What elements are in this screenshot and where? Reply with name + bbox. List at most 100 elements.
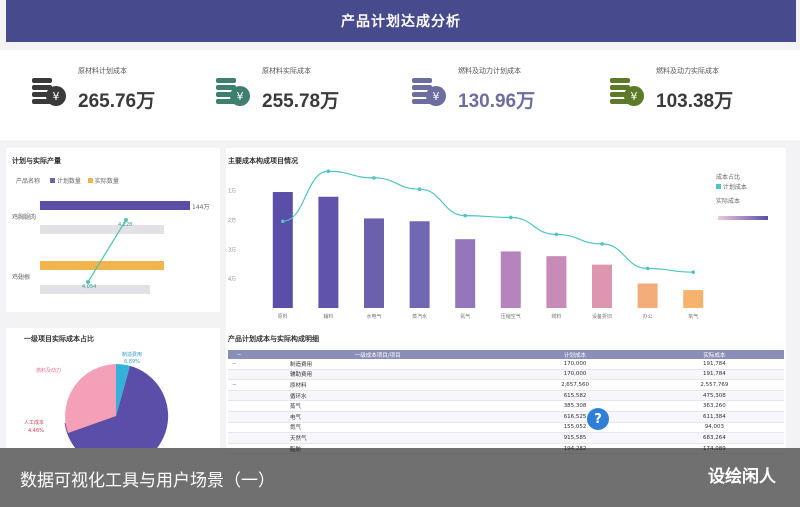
bar-3 xyxy=(409,221,430,308)
x-tick-label: 燃料 xyxy=(551,313,561,320)
cell-plan: 170,000 xyxy=(505,369,645,381)
table-row[interactable]: 蒸气 385,308 363,260 xyxy=(228,400,784,412)
cell-item: 电气 xyxy=(250,411,506,423)
svg-text:¥: ¥ xyxy=(237,90,244,103)
cost-bar-chart: 4万 3万 2万 1万原料 辅料 水电气 蒸汽水 氮气 压缩空气 燃料 设备折旧 办公 氧气 xyxy=(228,169,704,320)
cell-item: 氮气 xyxy=(250,422,506,434)
row-expand-toggle[interactable] xyxy=(228,390,250,402)
cell-plan: 615,582 xyxy=(505,390,645,402)
caption-overlay: 数据可视化工具与用户场景（一） 设绘闲人 xyxy=(0,448,800,507)
row-expand-toggle[interactable]: − xyxy=(228,359,250,370)
kpi-card-fuel-plan: ¥ 燃料及动力计划成本 130.96万 xyxy=(410,66,600,130)
x-tick-label: 蒸汽水 xyxy=(412,313,427,320)
row-expand-toggle[interactable] xyxy=(228,422,250,434)
table-row[interactable]: − 原材料 2,657,560 2,557,769 xyxy=(228,379,784,391)
table-row[interactable]: 循环水 615,582 475,308 xyxy=(228,390,784,402)
table-row[interactable]: 天然气 915,585 683,264 xyxy=(228,432,784,444)
coin-stack-icon: ¥ xyxy=(610,78,644,106)
plan-point-0 xyxy=(281,219,285,224)
panel-title: 产品计划成本与实际构成明细 xyxy=(228,335,319,343)
table-row[interactable]: 电气 616,525 611,384 xyxy=(228,411,784,423)
cell-actual: 475,308 xyxy=(644,390,784,402)
table-row[interactable]: − 制造费用 170,000 191,784 xyxy=(228,359,784,370)
pie-label: 人工成本 xyxy=(24,419,44,426)
row-expand-toggle[interactable] xyxy=(228,369,250,381)
col-expand: − xyxy=(228,350,250,359)
pie-label: 4.46% xyxy=(28,428,44,434)
row-expand-toggle[interactable]: − xyxy=(228,379,250,391)
plan-point-8 xyxy=(645,266,650,271)
cell-plan: 170,000 xyxy=(505,359,645,370)
x-tick-label: 压缩空气 xyxy=(501,313,521,320)
row-expand-toggle[interactable] xyxy=(228,411,250,423)
col-header-item[interactable]: 一级成本项目/项目 xyxy=(250,350,506,359)
help-button[interactable]: ? xyxy=(587,408,609,430)
col-header-plan[interactable]: 计划成本 xyxy=(505,350,645,359)
coin-stack-icon: ¥ xyxy=(216,78,250,106)
kpi-card-material-actual: ¥ 原材料实际成本 255.78万 xyxy=(214,66,404,130)
table-row[interactable]: 辅助费用 170,000 191,784 xyxy=(228,369,784,381)
kpi-card-material-plan: ¥ 原材料计划成本 265.76万 xyxy=(30,66,220,130)
plan-point-5 xyxy=(509,215,513,220)
cell-plan: 155,052 xyxy=(505,422,645,434)
line-label: 4,054 xyxy=(82,284,96,290)
pie-label: 燃料及动力 xyxy=(36,367,61,374)
cell-plan: 915,585 xyxy=(505,432,645,444)
caption-text: 数据可视化工具与用户场景（一） xyxy=(20,471,275,491)
bar-2 xyxy=(364,218,384,308)
cell-item: 制造费用 xyxy=(250,359,506,370)
bar-9 xyxy=(683,290,704,308)
kpi-value: 255.78万 xyxy=(262,91,340,112)
bar-7 xyxy=(592,264,612,308)
bar-1 xyxy=(318,196,339,308)
cell-item: 循环水 xyxy=(250,390,506,402)
kpi-label: 燃料及动力实际成本 xyxy=(656,67,719,75)
trend-line: 4,228 4,054 xyxy=(82,218,132,290)
cell-actual: 94,003 xyxy=(644,422,784,434)
plan-point-2 xyxy=(372,176,376,180)
cell-item: 天然气 xyxy=(250,432,506,444)
x-tick-label: 设备折旧 xyxy=(592,313,612,320)
kpi-label: 原材料计划成本 xyxy=(78,67,127,75)
table-header-row: − 一级成本项目/项目 计划成本 实际成本 xyxy=(228,350,784,359)
bar-8 xyxy=(637,283,658,308)
plan-point-1 xyxy=(326,169,331,174)
cell-item: 辅助费用 xyxy=(250,369,506,381)
cell-actual: 611,384 xyxy=(644,411,784,423)
cost-composition-panel: 主要成本构成项目情况 成本占比 计划成本 实际成本 4万 3万 2万 1万 原料 辅料 水电… xyxy=(226,148,786,328)
row-expand-toggle[interactable] xyxy=(228,432,250,444)
pie-chart: 制造费用 6.89% 燃料及动力 人工成本 4.46% xyxy=(24,351,169,448)
plan-point-4 xyxy=(463,213,467,218)
x-tick-label: 办公 xyxy=(643,313,653,320)
cell-item: 原材料 xyxy=(250,379,506,391)
cell-plan: 385,308 xyxy=(505,400,645,412)
plan-point-6 xyxy=(554,232,559,237)
plan-point-7 xyxy=(600,242,604,246)
plan-point-9 xyxy=(691,270,695,274)
cell-actual: 363,260 xyxy=(644,400,784,412)
coin-stack-icon: ¥ xyxy=(32,78,66,106)
row-expand-toggle[interactable] xyxy=(228,400,250,412)
dashboard-header: 产品计划达成分析 xyxy=(6,0,796,42)
cell-plan: 2,657,560 xyxy=(505,379,645,391)
kpi-value: 103.38万 xyxy=(656,91,734,112)
coin-stack-icon: ¥ xyxy=(412,78,446,106)
x-tick-label: 水电气 xyxy=(366,313,381,320)
kpi-value: 265.76万 xyxy=(78,91,156,112)
x-tick-label: 原料 xyxy=(278,313,288,320)
bar-5 xyxy=(500,251,521,308)
page-title: 产品计划达成分析 xyxy=(341,14,461,30)
x-tick-label: 辅料 xyxy=(323,313,333,320)
svg-text:¥: ¥ xyxy=(433,90,440,103)
cell-plan: 616,525 xyxy=(505,411,645,423)
y-tick-label: 3万 xyxy=(228,247,236,253)
svg-text:¥: ¥ xyxy=(53,90,60,103)
kpi-label: 燃料及动力计划成本 xyxy=(458,67,521,75)
table-row[interactable]: 氮气 155,052 94,003 xyxy=(228,422,784,434)
kpi-value: 130.96万 xyxy=(458,91,536,112)
bar-4 xyxy=(455,239,476,308)
cell-actual: 683,264 xyxy=(644,432,784,444)
kpi-label: 原材料实际成本 xyxy=(262,67,311,75)
cell-actual: 191,784 xyxy=(644,359,784,370)
col-header-actual[interactable]: 实际成本 xyxy=(644,350,784,359)
